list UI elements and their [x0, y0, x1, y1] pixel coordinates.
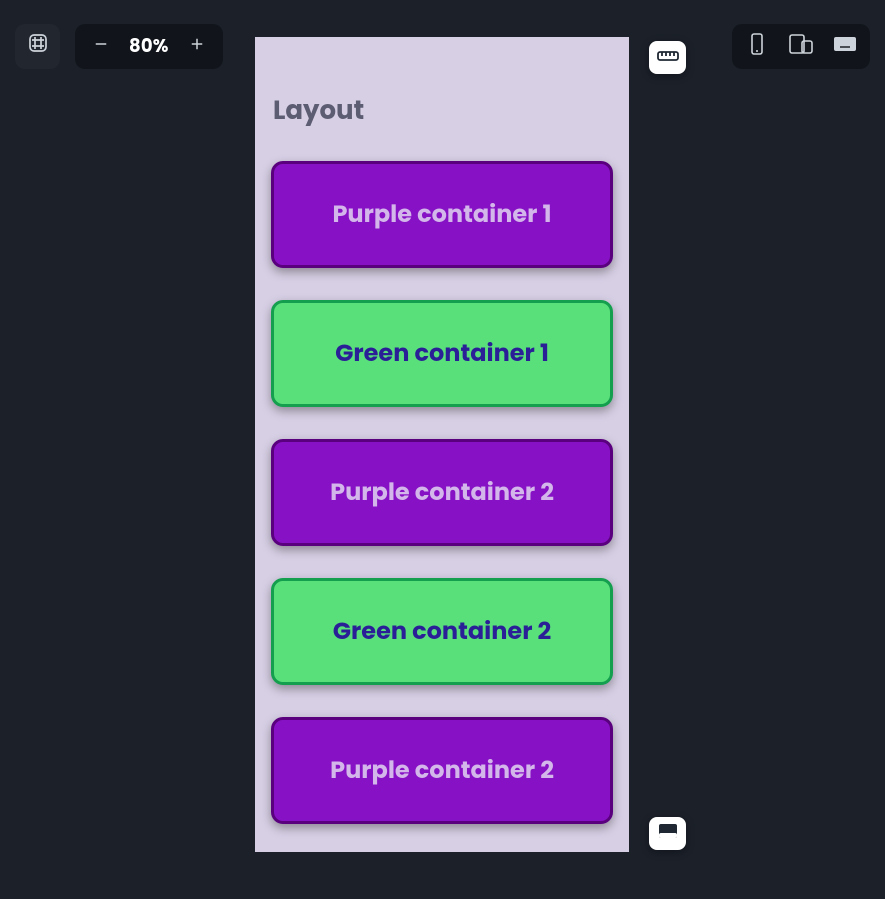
zoom-level: 80% [129, 33, 169, 60]
responsive-device-button[interactable] [788, 34, 814, 60]
layout-card[interactable]: Purple container 2 [271, 439, 613, 546]
plus-icon [188, 35, 206, 59]
page-title: Layout [255, 37, 629, 131]
card-label: Purple container 2 [330, 753, 554, 788]
ruler-toggle-button[interactable] [649, 41, 686, 74]
device-preview: Layout Purple container 1 Green containe… [255, 37, 629, 852]
minus-icon [92, 35, 110, 59]
console-toggle-button[interactable] [649, 817, 686, 850]
layout-card[interactable]: Green container 2 [271, 578, 613, 685]
device-toolbar [732, 24, 870, 69]
command-icon [26, 31, 50, 62]
zoom-in-button[interactable] [183, 33, 211, 61]
devices-icon [788, 33, 814, 61]
card-label: Purple container 2 [330, 475, 554, 510]
shortcuts-button[interactable] [15, 24, 60, 69]
zoom-control: 80% [75, 24, 223, 69]
card-label: Purple container 1 [332, 197, 551, 232]
keyboard-icon [832, 35, 858, 59]
keyboard-button[interactable] [832, 34, 858, 60]
layout-card[interactable]: Green container 1 [271, 300, 613, 407]
card-label: Green container 2 [333, 614, 552, 649]
card-label: Green container 1 [335, 336, 549, 371]
phone-device-button[interactable] [744, 34, 770, 60]
zoom-out-button[interactable] [87, 33, 115, 61]
layout-card[interactable]: Purple container 2 [271, 717, 613, 824]
layout-card[interactable]: Purple container 1 [271, 161, 613, 268]
ruler-icon [657, 45, 679, 70]
card-column: Purple container 1 Green container 1 Pur… [255, 161, 629, 852]
terminal-icon [658, 821, 678, 846]
phone-icon [747, 32, 767, 62]
